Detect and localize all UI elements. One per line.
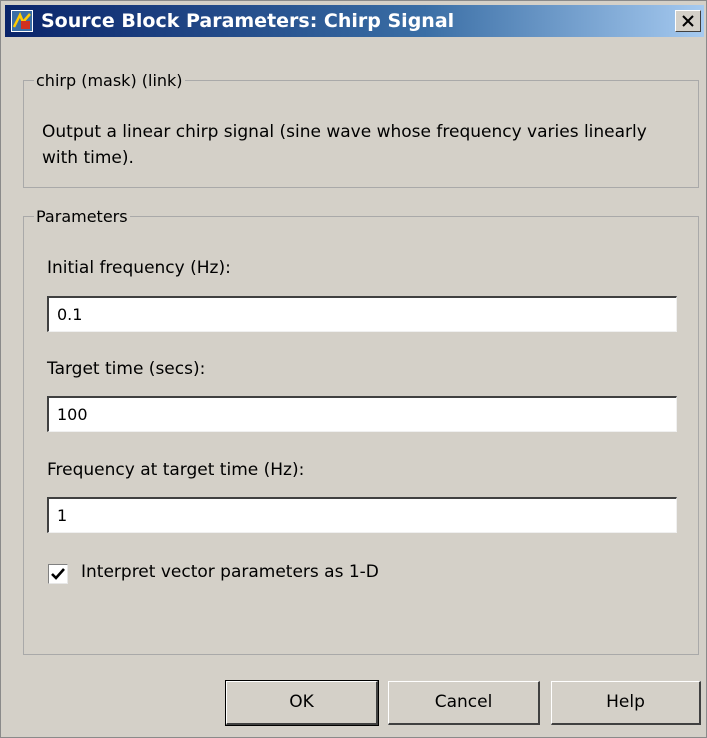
target-time-label: Target time (secs):	[47, 359, 206, 379]
help-button[interactable]: Help	[551, 681, 701, 725]
title-bar[interactable]: Source Block Parameters: Chirp Signal	[5, 5, 704, 37]
checkmark-icon	[51, 568, 65, 580]
interpret-vector-checkbox[interactable]	[48, 564, 68, 584]
window-title: Source Block Parameters: Chirp Signal	[41, 10, 455, 32]
ok-button[interactable]: OK	[225, 680, 379, 726]
target-time-input[interactable]	[47, 396, 677, 432]
parameters-legend: Parameters	[36, 207, 128, 226]
description-legend: chirp (mask) (link)	[36, 71, 183, 90]
simulink-block-icon	[11, 10, 33, 32]
initial-frequency-label: Initial frequency (Hz):	[47, 258, 231, 278]
dialog-window: Source Block Parameters: Chirp Signal ch…	[0, 0, 707, 738]
interpret-vector-label[interactable]: Interpret vector parameters as 1-D	[81, 562, 379, 582]
cancel-button[interactable]: Cancel	[388, 681, 540, 725]
close-button[interactable]	[675, 10, 701, 32]
close-x-icon	[682, 15, 694, 27]
frequency-at-target-label: Frequency at target time (Hz):	[47, 460, 305, 480]
initial-frequency-input[interactable]	[47, 296, 677, 332]
frequency-at-target-input[interactable]	[47, 497, 677, 533]
description-text: Output a linear chirp signal (sine wave …	[42, 122, 647, 168]
